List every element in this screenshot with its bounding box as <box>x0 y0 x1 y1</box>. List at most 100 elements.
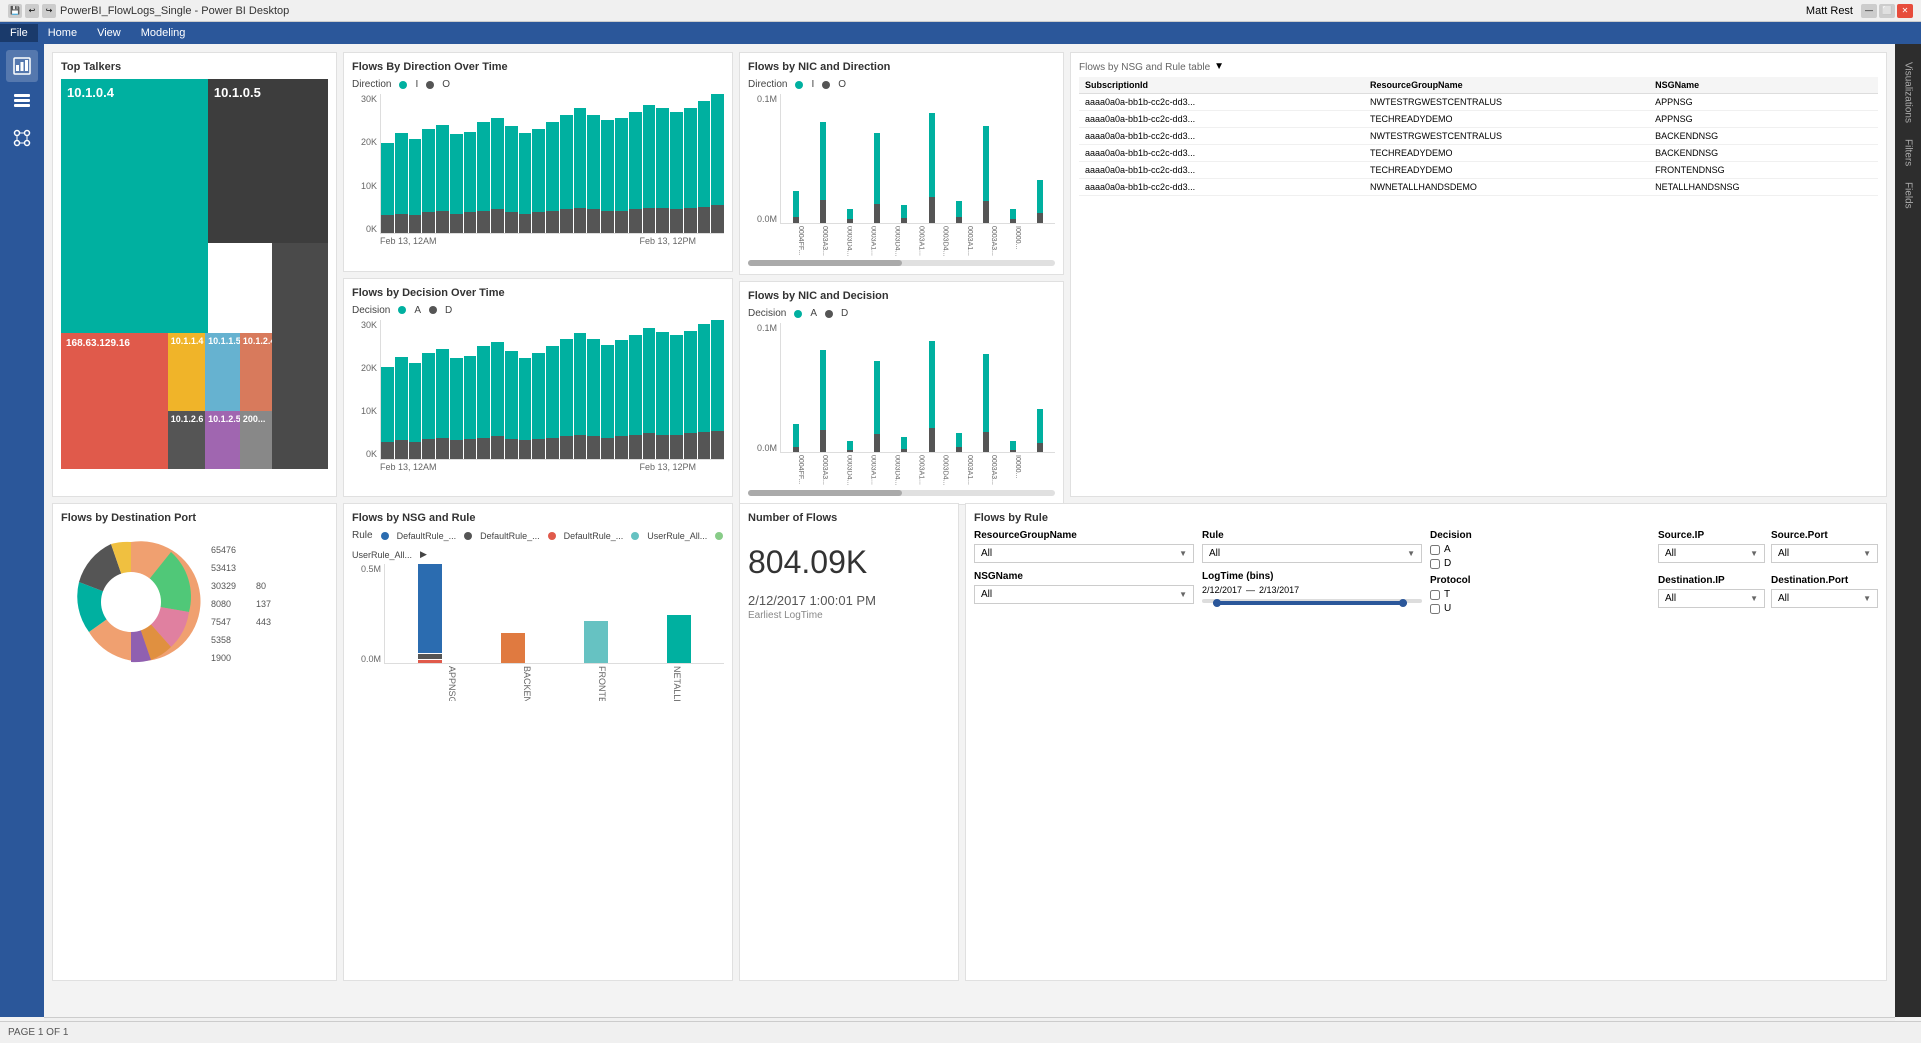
bar-group <box>684 94 697 233</box>
pie-labels: 65476 53413 30329 8080 7547 5358 1900 <box>211 541 236 667</box>
save-icon[interactable]: 💾 <box>8 4 22 18</box>
pie-label-7547: 7547 <box>211 613 236 631</box>
decision-d-label: D <box>445 305 452 316</box>
titlebar-icons: 💾 ↩ ↪ <box>8 4 56 18</box>
menu-home[interactable]: Home <box>38 24 87 42</box>
cell-sub: aaaa0a0a-bb1b-cc2c-dd3... <box>1079 94 1364 111</box>
nsg-rule-chart: 0.5M0.0M <box>352 564 724 664</box>
treemap-cell-6[interactable]: 10.1.2.4 <box>240 333 272 411</box>
nic-x-labels: 0004FF... 0003A3... 0003D4... 0003A1... … <box>748 224 1055 256</box>
cell-sub: aaaa0a0a-bb1b-cc2c-dd3... <box>1079 111 1364 128</box>
number-flows-sub2: Earliest LogTime <box>748 610 950 621</box>
cell-rg: TECHREADYDEMO <box>1364 111 1649 128</box>
dest-ip-dropdown[interactable]: All ▼ <box>1658 589 1765 608</box>
flows-nic-decision-title: Flows by NIC and Decision <box>748 290 1055 302</box>
cell-rg: NWTESTRGWESTCENTRALUS <box>1364 94 1649 111</box>
dest-port-dropdown[interactable]: All ▼ <box>1771 589 1878 608</box>
cell-rg: NWNETALLHANDSDEMO <box>1364 179 1649 196</box>
undo-icon[interactable]: ↩ <box>25 4 39 18</box>
bar-group <box>698 320 711 459</box>
nsg-rule-legend: Rule DefaultRule_... DefaultRule_... Def… <box>352 530 724 560</box>
bar-group <box>395 320 408 459</box>
decision-a-dot <box>398 306 406 314</box>
flows-direction-title: Flows By Direction Over Time <box>352 61 724 73</box>
minimize-button[interactable]: — <box>1861 4 1877 18</box>
rg-dropdown[interactable]: All ▼ <box>974 544 1194 563</box>
rg-label: ResourceGroupName <box>974 530 1194 541</box>
nic-scrollbar[interactable] <box>748 260 1055 266</box>
nic-decision-label: Decision <box>748 308 786 319</box>
treemap-cell-4[interactable]: 10.1.1.4 <box>168 333 205 411</box>
treemap-cell-3[interactable]: 168.63.129.16 <box>61 333 168 470</box>
menu-modeling[interactable]: Modeling <box>131 24 196 42</box>
logtime-to: 2/13/2017 <box>1259 585 1299 595</box>
rule-label-5: UserRule_All... <box>352 550 412 560</box>
redo-icon[interactable]: ↪ <box>42 4 56 18</box>
nsg-dropdown[interactable]: All ▼ <box>974 585 1194 604</box>
visualizations-tab[interactable]: Visualizations <box>1901 54 1916 131</box>
data-view-icon[interactable] <box>6 86 38 118</box>
titlebar-left: 💾 ↩ ↪ PowerBI_FlowLogs_Single - Power BI… <box>8 4 289 18</box>
maximize-button[interactable]: ⬜ <box>1879 4 1895 18</box>
protocol-u-text: U <box>1444 603 1451 614</box>
treemap-cell-1[interactable]: 10.1.0.4 <box>61 79 208 333</box>
nsg-label: NSGName <box>974 571 1194 582</box>
bar-group <box>491 320 504 459</box>
menu-view[interactable]: View <box>87 24 131 42</box>
source-port-dropdown[interactable]: All ▼ <box>1771 544 1878 563</box>
source-ip-dropdown[interactable]: All ▼ <box>1658 544 1765 563</box>
direction-i-dot <box>399 81 407 89</box>
sort-icon[interactable]: ▼ <box>1214 61 1226 73</box>
bar-group <box>615 320 628 459</box>
source-port-value: All <box>1778 548 1789 559</box>
menubar: File Home View Modeling <box>0 22 1921 44</box>
treemap-cell-2[interactable]: 10.1.0.5 <box>208 79 328 243</box>
nic-dir-i-dot <box>795 81 803 89</box>
protocol-t-checkbox[interactable] <box>1430 590 1440 600</box>
protocol-u-checkbox[interactable] <box>1430 604 1440 614</box>
cell-sub: aaaa0a0a-bb1b-cc2c-dd3... <box>1079 128 1364 145</box>
filters-tab[interactable]: Filters <box>1901 131 1916 174</box>
menu-file[interactable]: File <box>0 24 38 42</box>
source-ip-value: All <box>1665 548 1676 559</box>
report-view-icon[interactable] <box>6 50 38 82</box>
direction-legend: Direction I O <box>352 79 724 90</box>
decision-a-checkbox[interactable] <box>1430 545 1440 555</box>
treemap-cell-9[interactable]: 200... <box>240 411 272 470</box>
col-nsgname[interactable]: NSGName <box>1649 77 1878 94</box>
treemap-cell-5[interactable]: 10.1.1.5 <box>205 333 240 411</box>
nic-direction-bars <box>780 94 1055 224</box>
bottom-middle-col: Flows by NSG and Rule Rule DefaultRule_.… <box>343 503 733 981</box>
bar-group <box>643 94 656 233</box>
relationship-view-icon[interactable] <box>6 122 38 154</box>
nic-bar-g <box>892 94 917 223</box>
rule-legend-more[interactable]: ▶ <box>420 549 427 560</box>
nic-bar-g <box>919 94 944 223</box>
col-subscriptionid[interactable]: SubscriptionId <box>1079 77 1364 94</box>
nic-dec-scrollbar[interactable] <box>748 490 1055 496</box>
dest-port-arrow: ▼ <box>1863 594 1871 603</box>
rule-arrow-icon: ▼ <box>1407 549 1415 558</box>
decision-d-text: D <box>1444 558 1451 569</box>
col-resourcegroupname[interactable]: ResourceGroupName <box>1364 77 1649 94</box>
nic-dec-bar-g <box>973 323 998 452</box>
decision-d-checkbox[interactable] <box>1430 559 1440 569</box>
rule-dropdown[interactable]: All ▼ <box>1202 544 1422 563</box>
fields-tab[interactable]: Fields <box>1901 174 1916 217</box>
treemap-cell-8[interactable]: 10.1.2.5 <box>205 411 240 470</box>
rule-label-2: DefaultRule_... <box>480 531 540 541</box>
nic-dec-bar-g <box>946 323 971 452</box>
logtime-slider[interactable] <box>1202 599 1422 607</box>
left-sidebar <box>0 44 44 1017</box>
rule-legend-label: Rule <box>352 530 373 541</box>
nic-bar-g <box>946 94 971 223</box>
treemap-cell-7[interactable]: 10.1.2.6 <box>168 411 205 470</box>
bar-group <box>574 94 587 233</box>
close-button[interactable]: ✕ <box>1897 4 1913 18</box>
nic-bar-g <box>865 94 890 223</box>
flows-direction-panel: Flows By Direction Over Time Direction I… <box>343 52 733 272</box>
nic-dec-bar-g <box>783 323 808 452</box>
status-bar: PAGE 1 OF 1 <box>0 1021 1921 1043</box>
nic-dec-bar-g <box>837 323 862 452</box>
bar-group <box>629 320 642 459</box>
